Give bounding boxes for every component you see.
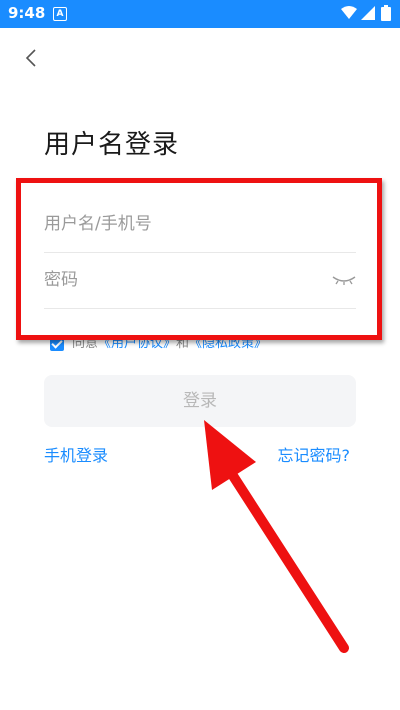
status-time: 9:48 bbox=[8, 4, 46, 22]
page-title: 用户名登录 bbox=[44, 130, 180, 160]
battery-icon bbox=[381, 5, 391, 21]
wifi-icon bbox=[341, 6, 357, 19]
login-button[interactable]: 登录 bbox=[44, 375, 356, 427]
forgot-password-link[interactable]: 忘记密码? bbox=[278, 442, 351, 466]
highlight-box-annotation bbox=[16, 178, 382, 340]
phone-login-link[interactable]: 手机登录 bbox=[44, 442, 108, 466]
back-arrow-icon[interactable] bbox=[22, 47, 42, 69]
signal-icon bbox=[361, 6, 375, 20]
status-bar: 9:48 A bbox=[0, 0, 400, 28]
notification-a-icon: A bbox=[53, 7, 67, 21]
red-arrow-annotation bbox=[204, 420, 349, 653]
